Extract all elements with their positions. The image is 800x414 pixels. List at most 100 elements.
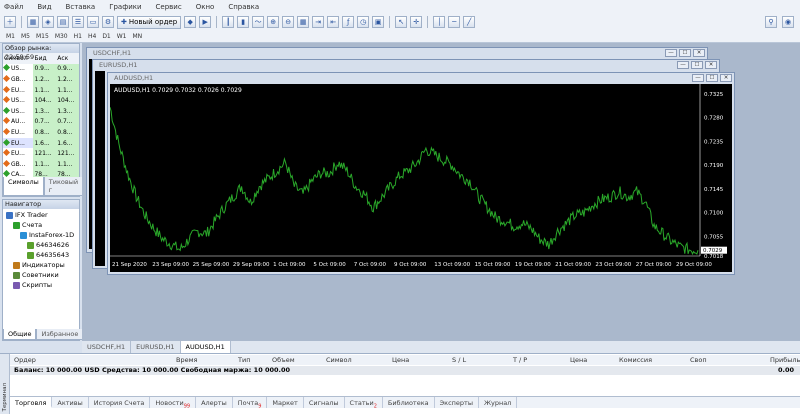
terminal-tab[interactable]: Маркет (267, 397, 304, 408)
menu-file[interactable]: Файл (4, 3, 23, 11)
tile-windows-icon[interactable]: ▦ (297, 16, 310, 28)
timeframe-h4[interactable]: H4 (88, 33, 96, 40)
navigator-item-account-64635643[interactable]: 64635643 (3, 250, 79, 260)
timeframe-w1[interactable]: W1 (117, 33, 127, 40)
balance-row[interactable]: Баланс: 10 000.00 USD Средства: 10 000.0… (10, 366, 800, 375)
maximize-icon[interactable]: ☐ (691, 61, 703, 69)
autotrading-icon[interactable]: ▶ (199, 16, 212, 28)
terminal-tab[interactable]: Статьи2 (345, 397, 383, 409)
indicators-icon[interactable]: ƒ (342, 16, 355, 28)
data-window-icon[interactable]: ▤ (57, 16, 69, 28)
zoom-out-icon[interactable]: ⊖ (282, 16, 295, 28)
table-row[interactable]: EU... 0.8... 0.8... (3, 127, 79, 138)
table-row[interactable]: AU... 0.7... 0.7... (3, 116, 79, 128)
maximize-icon[interactable]: ☐ (706, 74, 718, 82)
navigator-item-scripts[interactable]: Скрипты (3, 280, 79, 290)
chart-shift-icon[interactable]: ⇥ (312, 16, 325, 28)
trendline-icon[interactable]: ╱ (463, 16, 476, 28)
chart-window-audusd[interactable]: AUDUSD,H1 — ☐ ✕ AUDUSD,H1 0.7029 0.7032 0.… (107, 72, 735, 275)
line-chart-icon[interactable]: 〜 (252, 16, 265, 28)
terminal-tab[interactable]: Торговля (10, 397, 53, 408)
navigator-icon[interactable]: ☰ (72, 16, 84, 28)
column-header-order[interactable]: Ордер (14, 356, 36, 364)
timeframe-mn[interactable]: MN (133, 33, 143, 40)
strategy-tester-icon[interactable]: ⚙ (102, 16, 114, 28)
menu-view[interactable]: Вид (37, 3, 51, 11)
menu-charts[interactable]: Графики (109, 3, 141, 11)
timeframe-m1[interactable]: M1 (6, 33, 15, 40)
column-header-volume[interactable]: Объем (272, 356, 295, 364)
zoom-in-icon[interactable]: ⊕ (267, 16, 280, 28)
terminal-icon[interactable]: ▭ (87, 16, 99, 28)
close-icon[interactable]: ✕ (720, 74, 732, 82)
column-header-symbol[interactable]: Символ (326, 356, 352, 364)
navigator-item-instaforex-server[interactable]: InstaForex-1D (3, 230, 79, 240)
column-header-bid[interactable]: Бид (33, 53, 56, 64)
new-chart-icon[interactable]: ＋ (4, 16, 16, 28)
table-row[interactable]: EU... 121... 121... (3, 148, 79, 159)
table-row[interactable]: GB... 1.1... 1.1... (3, 158, 79, 170)
terminal-tab[interactable]: Библиотека (383, 397, 435, 408)
profiles-icon[interactable]: ▦ (27, 16, 39, 28)
timeframe-m5[interactable]: M5 (21, 33, 30, 40)
column-header-swap[interactable]: Своп (690, 356, 707, 364)
candlestick-icon[interactable]: ▮ (237, 16, 250, 28)
timeframe-m15[interactable]: M15 (36, 33, 49, 40)
menu-help[interactable]: Справка (228, 3, 259, 11)
timeframe-d1[interactable]: D1 (102, 33, 110, 40)
close-icon[interactable]: ✕ (693, 49, 705, 57)
column-header-commission[interactable]: Комиссия (619, 356, 652, 364)
table-row[interactable]: US... 0.9... 0.9... (3, 63, 79, 75)
tab-tick-chart[interactable]: Тиковый г (43, 177, 84, 196)
crosshair-icon[interactable]: ✛ (410, 16, 423, 28)
terminal-tab[interactable]: Журнал (479, 397, 518, 408)
tab-audusd[interactable]: AUDUSD,H1 (180, 341, 231, 353)
column-header-price[interactable]: Цена (392, 356, 409, 364)
navigator-item-account-64634626[interactable]: 64634626 (3, 240, 79, 250)
navigator-item-accounts[interactable]: Счета (3, 220, 79, 230)
metaeditor-icon[interactable]: ◆ (184, 16, 197, 28)
periods-icon[interactable]: ◷ (357, 16, 370, 28)
terminal-tab[interactable]: Новости99 (150, 397, 197, 409)
price-chart[interactable]: AUDUSD,H1 0.7029 0.7032 0.7026 0.7029 0.… (110, 84, 732, 272)
new-order-button[interactable]: ✚ Новый ордер (117, 15, 182, 29)
navigator-item-indicators[interactable]: Индикаторы (3, 260, 79, 270)
column-header-profit[interactable]: Прибыль (770, 356, 800, 364)
close-icon[interactable]: ✕ (705, 61, 717, 69)
templates-icon[interactable]: ▣ (372, 16, 385, 28)
search-icon[interactable]: ⚲ (765, 16, 777, 28)
terminal-tab[interactable]: Почта9 (233, 397, 268, 409)
vertical-line-icon[interactable]: │ (433, 16, 446, 28)
terminal-tab[interactable]: Активы (52, 397, 89, 408)
menu-insert[interactable]: Вставка (66, 3, 96, 11)
tab-eurusd[interactable]: EURUSD,H1 (131, 341, 181, 353)
terminal-tab[interactable]: Эксперты (435, 397, 479, 408)
tab-common[interactable]: Общие (3, 329, 37, 340)
minimize-icon[interactable]: — (692, 74, 704, 82)
column-header-sl[interactable]: S / L (452, 356, 466, 364)
tab-symbols[interactable]: Символы (3, 177, 44, 196)
table-row[interactable]: EU... 1.6... 1.6... (3, 137, 79, 149)
navigator-item-expert-advisors[interactable]: Советники (3, 270, 79, 280)
column-header-time[interactable]: Время (176, 356, 197, 364)
autoscroll-icon[interactable]: ⇤ (327, 16, 340, 28)
cursor-icon[interactable]: ↖ (395, 16, 408, 28)
community-icon[interactable]: ◉ (782, 16, 794, 28)
column-header-price-current[interactable]: Цена (570, 356, 587, 364)
maximize-icon[interactable]: ☐ (679, 49, 691, 57)
terminal-tab[interactable]: Сигналы (304, 397, 345, 408)
column-header-type[interactable]: Тип (238, 356, 250, 364)
minimize-icon[interactable]: — (665, 49, 677, 57)
column-header-tp[interactable]: T / P (513, 356, 527, 364)
timeframe-m30[interactable]: M30 (55, 33, 68, 40)
table-row[interactable]: US... 104... 104... (3, 95, 79, 106)
table-row[interactable]: US... 1.3... 1.3... (3, 105, 79, 117)
tab-usdchf[interactable]: USDCHF,H1 (82, 341, 132, 353)
minimize-icon[interactable]: — (677, 61, 689, 69)
menu-window[interactable]: Окно (196, 3, 215, 11)
tab-favorites[interactable]: Избранное (36, 329, 84, 340)
timeframe-h1[interactable]: H1 (74, 33, 82, 40)
market-watch-icon[interactable]: ◈ (42, 16, 54, 28)
navigator-item-ifx-trader[interactable]: IFX Trader (3, 210, 79, 220)
terminal-tab[interactable]: История Счета (89, 397, 151, 408)
